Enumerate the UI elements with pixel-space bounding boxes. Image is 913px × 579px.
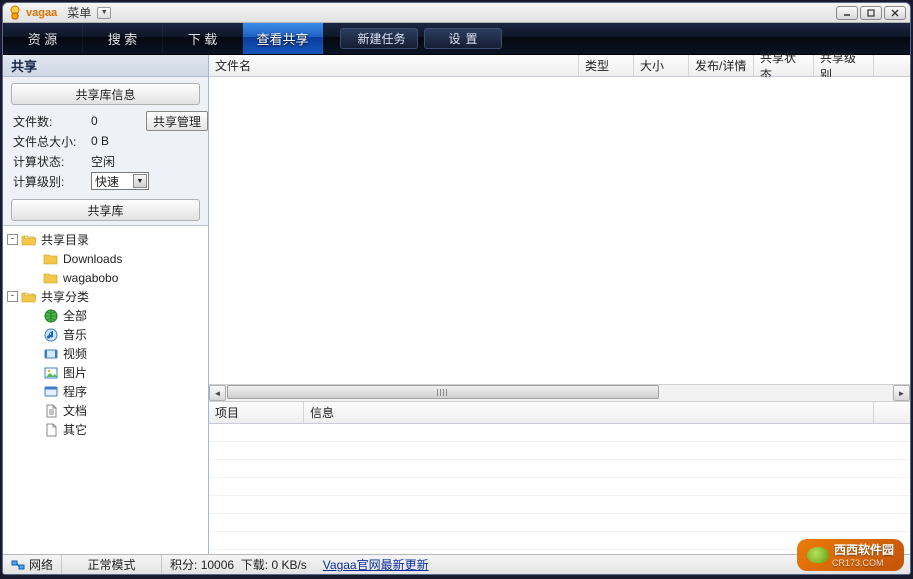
share-tree: - 共享目录 Downloads wagabobo - 共享分类全部音乐视频图片程序文档其… — [3, 225, 208, 554]
tab-resources[interactable]: 资 源 — [3, 23, 83, 54]
video-icon — [43, 347, 59, 361]
tree-node-wagabobo[interactable]: wagabobo — [5, 268, 206, 287]
chevron-down-icon: ▼ — [133, 174, 147, 188]
share-lib-header: 共享库 — [11, 199, 200, 221]
mode-status[interactable]: 正常模式 — [62, 555, 162, 574]
sidebar-title: 共享 — [3, 55, 208, 77]
score-value: 10006 — [201, 558, 234, 572]
globe-icon — [43, 309, 59, 323]
tree-label: 文档 — [63, 402, 87, 419]
folder-closed-icon — [43, 271, 59, 285]
menu-dropdown-icon[interactable]: ▼ — [97, 7, 111, 19]
titlebar: vagaa 菜单 ▼ — [3, 3, 910, 23]
scroll-left-icon[interactable]: ◄ — [209, 385, 226, 401]
score-label: 积分: — [170, 556, 197, 573]
statusbar: 网络 正常模式 积分: 10006 下载: 0 KB/s Vagaa官网最新更新 — [3, 554, 910, 574]
total-size-value: 0 B — [91, 134, 208, 148]
menu-label[interactable]: 菜单 — [67, 4, 91, 21]
filelist-body — [209, 77, 910, 384]
tree-label: 音乐 — [63, 326, 87, 343]
tree-label: Downloads — [63, 252, 122, 266]
tree-node-程序[interactable]: 程序 — [5, 382, 206, 401]
filelist-col-2[interactable]: 大小 — [634, 55, 689, 76]
tree-node-图片[interactable]: 图片 — [5, 363, 206, 382]
share-info: 文件数: 0 共享管理 文件总大小: 0 B 计算状态: 空闲 计算级别: 快速 — [3, 109, 208, 193]
share-info-header: 共享库信息 — [11, 83, 200, 105]
filelist-col-3[interactable]: 发布/详情 — [689, 55, 754, 76]
filelist-col-1[interactable]: 类型 — [579, 55, 634, 76]
tree-label: 其它 — [63, 421, 87, 438]
app-name: vagaa — [26, 7, 57, 19]
tab-search[interactable]: 搜 索 — [83, 23, 163, 54]
tree-expander-icon[interactable]: - — [7, 234, 18, 245]
filelist-col-5[interactable]: 共享级别 — [814, 55, 874, 76]
tree-node-共享分类[interactable]: - 共享分类 — [5, 287, 206, 306]
file-count-label: 文件数: — [13, 113, 91, 130]
scroll-track[interactable] — [227, 385, 892, 401]
tab-view-share[interactable]: 查看共享 — [243, 23, 323, 54]
tree-label: 全部 — [63, 307, 87, 324]
filelist-header: 文件名类型大小发布/详情共享状态共享级别 — [209, 55, 910, 77]
file-count-value: 0 — [91, 114, 140, 128]
calc-status-value: 空闲 — [91, 153, 208, 170]
folder-open-icon — [21, 233, 37, 247]
calc-level-value: 快速 — [95, 173, 119, 190]
tree-node-文档[interactable]: 文档 — [5, 401, 206, 420]
mode-label: 正常模式 — [88, 556, 136, 573]
tree-label: 程序 — [63, 383, 87, 400]
main-panel: 文件名类型大小发布/详情共享状态共享级别 ◄ ► 项目信息 — [209, 55, 910, 554]
calc-status-label: 计算状态: — [13, 153, 91, 170]
network-status[interactable]: 网络 — [3, 555, 62, 574]
tree-node-Downloads[interactable]: Downloads — [5, 249, 206, 268]
tree-node-视频[interactable]: 视频 — [5, 344, 206, 363]
total-size-label: 文件总大小: — [13, 133, 91, 150]
close-button[interactable] — [884, 6, 906, 20]
filelist-col-0[interactable]: 文件名 — [209, 55, 579, 76]
share-manage-button[interactable]: 共享管理 — [146, 111, 208, 131]
tree-label: 视频 — [63, 345, 87, 362]
tree-label: wagabobo — [63, 271, 118, 285]
official-link[interactable]: Vagaa官网最新更新 — [323, 556, 429, 573]
scroll-right-icon[interactable]: ► — [893, 385, 910, 401]
other-icon — [43, 423, 59, 437]
new-task-button[interactable]: 新建任务 — [340, 28, 418, 49]
scroll-thumb[interactable] — [227, 385, 659, 399]
tree-label: 图片 — [63, 364, 87, 381]
filelist-col-4[interactable]: 共享状态 — [754, 55, 814, 76]
settings-button[interactable]: 设置 — [424, 28, 502, 49]
detail-header: 项目信息 — [209, 402, 910, 424]
horizontal-scrollbar[interactable]: ◄ ► — [209, 384, 910, 402]
minimize-button[interactable] — [836, 6, 858, 20]
maximize-button[interactable] — [860, 6, 882, 20]
network-icon — [11, 559, 25, 571]
tree-label: 共享分类 — [41, 288, 89, 305]
app-logo-icon — [7, 5, 23, 21]
download-label: 下载: — [241, 556, 268, 573]
calc-level-select[interactable]: 快速 ▼ — [91, 172, 149, 190]
tree-node-音乐[interactable]: 音乐 — [5, 325, 206, 344]
network-label: 网络 — [29, 556, 53, 573]
tree-node-其它[interactable]: 其它 — [5, 420, 206, 439]
tree-node-共享目录[interactable]: - 共享目录 — [5, 230, 206, 249]
image-icon — [43, 366, 59, 380]
tree-label: 共享目录 — [41, 231, 89, 248]
tree-node-全部[interactable]: 全部 — [5, 306, 206, 325]
download-value: 0 KB/s — [271, 558, 306, 572]
app-window: vagaa 菜单 ▼ 资 源 搜 索 下 载 查看共享 新建任务 设置 共享 共… — [2, 2, 911, 575]
window-buttons — [834, 6, 906, 20]
music-icon — [43, 328, 59, 342]
detail-body — [209, 424, 910, 554]
sidebar: 共享 共享库信息 文件数: 0 共享管理 文件总大小: 0 B 计算状态: 空闲… — [3, 55, 209, 554]
calc-level-label: 计算级别: — [13, 173, 91, 190]
folder-open-icon — [21, 290, 37, 304]
tab-download[interactable]: 下 载 — [163, 23, 243, 54]
tree-expander-icon[interactable]: - — [7, 291, 18, 302]
doc-icon — [43, 404, 59, 418]
detail-col-0[interactable]: 项目 — [209, 402, 304, 423]
app-icon — [43, 385, 59, 399]
detail-col-1[interactable]: 信息 — [304, 402, 874, 423]
folder-closed-icon — [43, 252, 59, 266]
